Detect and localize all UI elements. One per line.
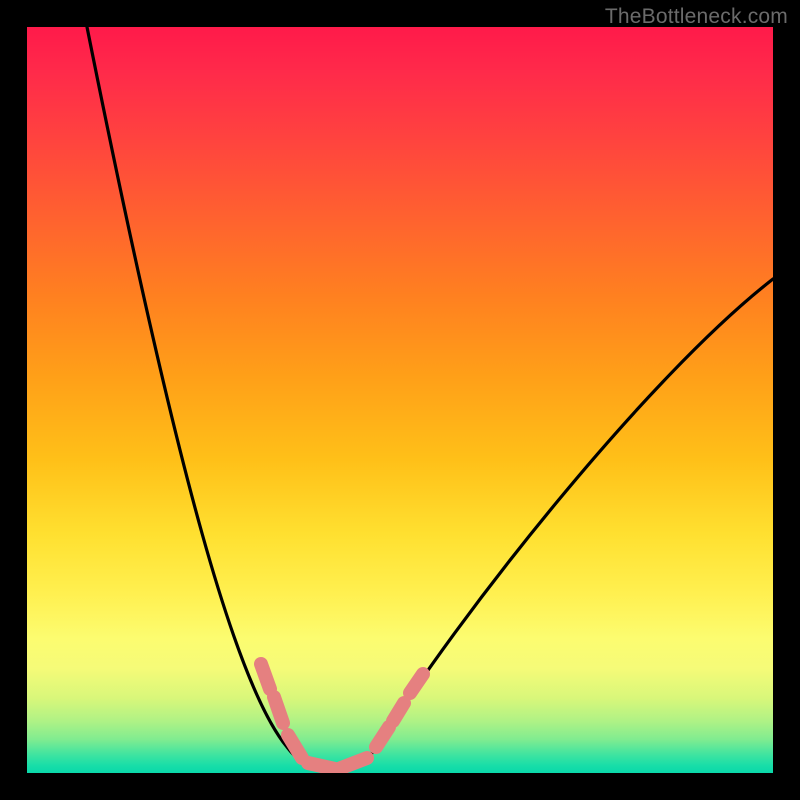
knot-segment (341, 758, 367, 768)
knot-segment (376, 727, 389, 747)
knot-group (261, 664, 423, 769)
curve-knots (27, 27, 773, 773)
watermark-text: TheBottleneck.com (605, 5, 788, 29)
plot-area (27, 27, 773, 773)
knot-segment (261, 664, 270, 689)
knot-segment (308, 763, 335, 769)
knot-segment (274, 697, 283, 723)
knot-segment (393, 703, 404, 721)
knot-segment (410, 674, 423, 693)
knot-segment (288, 735, 302, 758)
